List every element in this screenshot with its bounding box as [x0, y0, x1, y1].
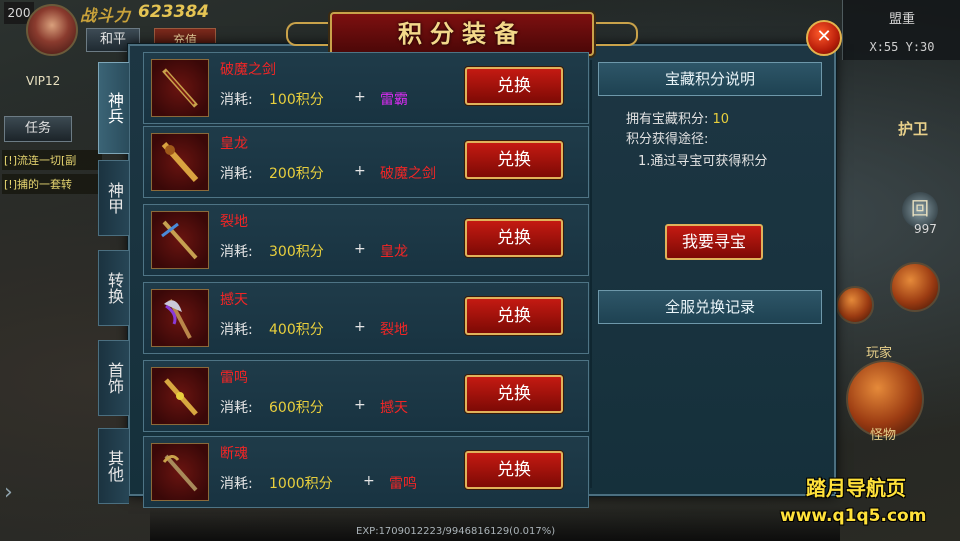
seek-treasure-button[interactable]: 我要寻宝 — [665, 224, 763, 260]
minimap[interactable]: 盟重 X:55 Y:30 — [842, 0, 960, 60]
axe-icon[interactable] — [151, 289, 209, 347]
vip-badge[interactable]: VIP12 — [26, 74, 60, 88]
watermark-url: www.q1q5.com — [780, 506, 927, 526]
tab-weapons[interactable]: 神兵 — [98, 62, 129, 154]
skill-icon[interactable] — [836, 286, 874, 324]
cost-label: 消耗: — [220, 92, 253, 108]
plus-sign: + — [354, 241, 366, 257]
item-cost: 1000积分 — [269, 476, 333, 492]
quest-tracker[interactable]: [!]流连一切[副 [!]捕的一套转 — [2, 150, 102, 198]
task-button[interactable]: 任务 — [4, 116, 72, 142]
map-name: 盟重 — [888, 12, 915, 27]
close-button[interactable]: ✕ — [806, 20, 842, 56]
avatar[interactable] — [26, 4, 78, 56]
power-label: 战斗力 — [80, 6, 132, 25]
points-way-item: 1.通过寻宝可获得积分 — [638, 154, 768, 169]
item-requirement: 皇龙 — [380, 244, 408, 260]
sword-icon[interactable] — [151, 367, 209, 425]
exp-readout: EXP:1709012223/9946816129(0.017%) — [356, 526, 556, 537]
plus-sign: + — [354, 163, 366, 179]
item-requirement: 撼天 — [380, 400, 408, 416]
sword-icon[interactable] — [151, 211, 209, 269]
exchange-button[interactable]: 兑换 — [465, 219, 563, 257]
plus-sign: + — [354, 319, 366, 335]
item-requirement: 裂地 — [380, 322, 408, 338]
item-count: 997 — [914, 222, 937, 236]
exchange-button[interactable]: 兑换 — [465, 451, 563, 489]
item-cost: 300积分 — [269, 244, 324, 260]
item-requirement: 雷霸 — [380, 92, 408, 108]
points-owned-value: 10 — [712, 112, 730, 127]
item-row: 裂地 消耗: 300积分 + 皇龙 兑换 — [143, 204, 589, 276]
item-name: 断魂 — [220, 446, 248, 462]
item-name: 裂地 — [220, 214, 248, 230]
sword-icon[interactable] — [151, 133, 209, 191]
points-info-header: 宝藏积分说明 — [598, 62, 822, 96]
exchange-button[interactable]: 兑换 — [465, 141, 563, 179]
item-cost: 600积分 — [269, 400, 324, 416]
points-owned: 拥有宝藏积分: 10 — [626, 108, 729, 127]
cost-label: 消耗: — [220, 476, 253, 492]
guard-button[interactable]: 护卫 — [898, 118, 928, 139]
item-name: 雷鸣 — [220, 370, 248, 386]
plus-sign: + — [363, 473, 375, 489]
points-ways-label: 积分获得途径: — [626, 132, 709, 147]
exchange-button[interactable]: 兑换 — [465, 375, 563, 413]
monster-button[interactable]: 怪物 — [870, 424, 896, 443]
tab-armor[interactable]: 神甲 — [98, 160, 129, 236]
cost-label: 消耗: — [220, 322, 253, 338]
panel-title: 积分装备 — [398, 19, 526, 48]
map-coordinates: X:55 Y:30 — [869, 40, 935, 54]
item-requirement: 雷鸣 — [389, 476, 417, 492]
item-name: 皇龙 — [220, 136, 248, 152]
exchange-button[interactable]: 兑换 — [465, 67, 563, 105]
item-row: 皇龙 消耗: 200积分 + 破魔之剑 兑换 — [143, 126, 589, 198]
exchange-button[interactable]: 兑换 — [465, 297, 563, 335]
watermark-title: 踏月导航页 — [806, 476, 906, 500]
quest-line[interactable]: [!]流连一切[副 — [2, 150, 102, 170]
item-cost: 400积分 — [269, 322, 324, 338]
tab-jewelry[interactable]: 首饰 — [98, 340, 129, 416]
chevron-right-icon[interactable]: › — [4, 480, 22, 510]
sword-icon[interactable] — [151, 59, 209, 117]
cost-label: 消耗: — [220, 244, 253, 260]
tab-other[interactable]: 其他 — [98, 428, 129, 504]
points-owned-label: 拥有宝藏积分: — [626, 112, 709, 127]
plus-sign: + — [354, 89, 366, 105]
item-name: 破魔之剑 — [220, 62, 276, 78]
cost-label: 消耗: — [220, 400, 253, 416]
item-requirement: 破魔之剑 — [380, 166, 436, 182]
plus-sign: + — [354, 397, 366, 413]
item-row: 雷鸣 消耗: 600积分 + 撼天 兑换 — [143, 360, 589, 432]
player-button[interactable]: 玩家 — [866, 342, 892, 361]
skill-icon[interactable] — [890, 262, 940, 312]
close-icon: ✕ — [816, 26, 832, 47]
item-cost: 200积分 — [269, 166, 324, 182]
item-row: 断魂 消耗: 1000积分 + 雷鸣 兑换 — [143, 436, 589, 508]
item-row: 破魔之剑 消耗: 100积分 + 雷霸 兑换 — [143, 52, 589, 124]
tab-convert[interactable]: 转换 — [98, 250, 129, 326]
panel-divider — [590, 60, 592, 488]
quest-line[interactable]: [!]捕的一套转 — [2, 174, 102, 194]
item-cost: 100积分 — [269, 92, 324, 108]
item-row: 撼天 消耗: 400积分 + 裂地 兑换 — [143, 282, 589, 354]
power-value: 623384 — [138, 2, 209, 22]
cost-label: 消耗: — [220, 166, 253, 182]
sword-icon[interactable] — [151, 443, 209, 501]
panel-title-plate: 积分装备 — [286, 12, 638, 56]
exchange-record-header[interactable]: 全服兑换记录 — [598, 290, 822, 324]
item-name: 撼天 — [220, 292, 248, 308]
